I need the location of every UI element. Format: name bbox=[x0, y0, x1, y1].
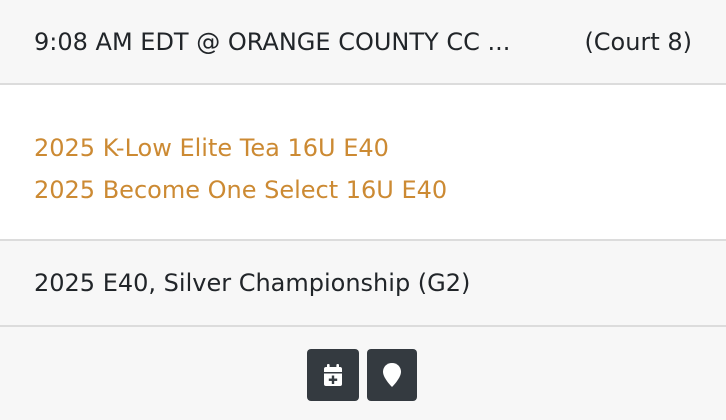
team-link-home[interactable]: 2025 K-Low Elite Tea 16U E40 bbox=[34, 127, 726, 169]
division-row: 2025 E40, Silver Championship (G2) bbox=[0, 241, 726, 327]
add-to-calendar-button[interactable] bbox=[307, 349, 359, 401]
game-header: 9:08 AM EDT @ ORANGE COUNTY CC ... (Cour… bbox=[0, 0, 726, 85]
teams-section: 2025 K-Low Elite Tea 16U E40 2025 Become… bbox=[0, 85, 726, 241]
calendar-plus-icon bbox=[324, 364, 342, 386]
division-label: 2025 E40, Silver Championship (G2) bbox=[34, 269, 471, 297]
map-location-button[interactable] bbox=[367, 349, 417, 401]
game-card: 9:08 AM EDT @ ORANGE COUNTY CC ... (Cour… bbox=[0, 0, 726, 420]
game-time-location: 9:08 AM EDT @ ORANGE COUNTY CC ... bbox=[34, 27, 511, 56]
game-court: (Court 8) bbox=[584, 27, 692, 56]
map-pin-icon bbox=[383, 363, 401, 387]
card-footer bbox=[0, 327, 726, 420]
team-link-away[interactable]: 2025 Become One Select 16U E40 bbox=[34, 169, 726, 211]
